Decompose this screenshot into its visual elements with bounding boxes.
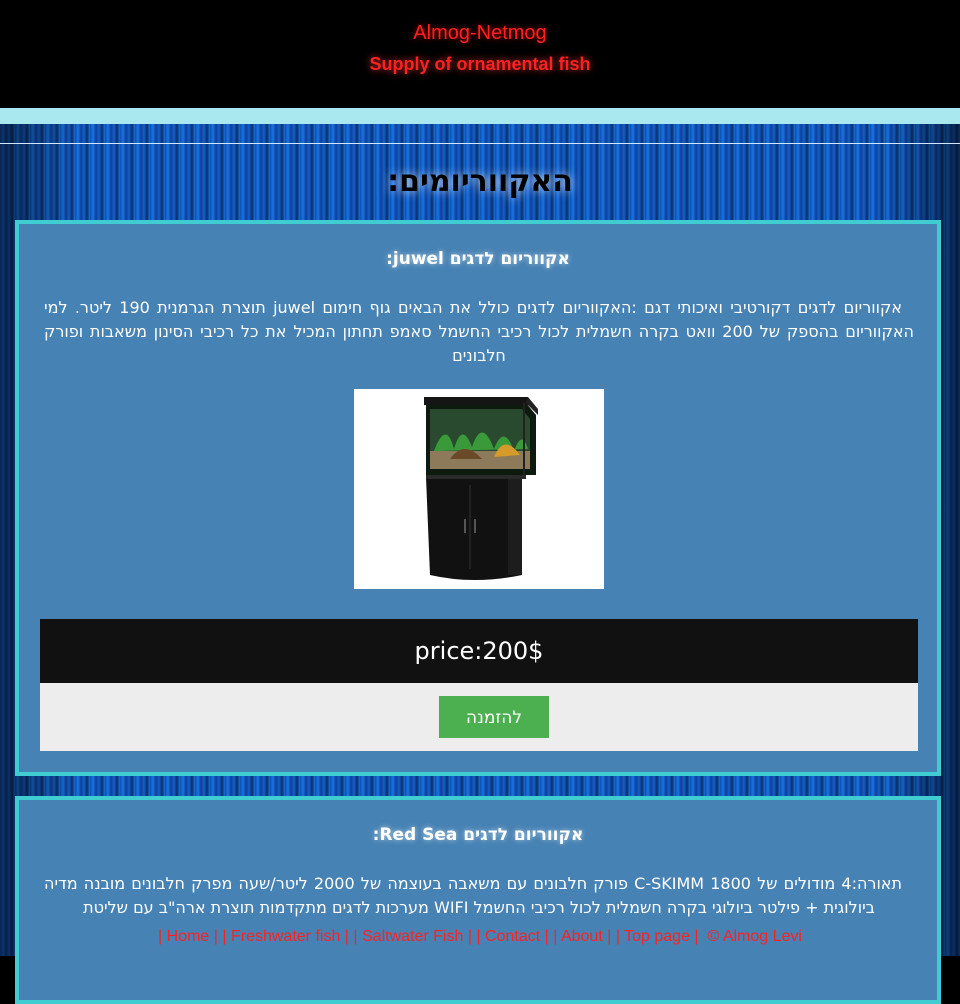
- page-title: האקווריומים:: [387, 164, 573, 199]
- header-band: [0, 108, 960, 124]
- site-title: Almog-Netmog: [413, 22, 547, 44]
- product-card-redsea: אקווריום לדגים Red Sea: תאורה:4 מודולים …: [15, 796, 941, 1004]
- product-description: אקווריום לדגים דקורטיבי ואיכותי דגם :האק…: [44, 298, 914, 365]
- product-card-juwel: אקווריום לדגים juwel: אקווריום לדגים דקו…: [15, 220, 941, 776]
- footer-link-home[interactable]: | Home |: [158, 928, 218, 945]
- product-description: תאורה:4 מודולים של C-SKIMM 1800 פורק חלב…: [44, 874, 903, 917]
- footer-link-about[interactable]: | About |: [553, 928, 611, 945]
- product-title: אקווריום לדגים Red Sea:: [372, 825, 584, 845]
- copyright: © Almog Levi: [707, 928, 802, 945]
- footer-link-contact[interactable]: | Contact |: [476, 928, 548, 945]
- order-area: להזמנה: [40, 683, 918, 751]
- price-label: price:200$: [40, 619, 918, 683]
- site-header: Almog-Netmog Supply of ornamental fish: [0, 0, 960, 108]
- product-title: אקווריום לדגים juwel:: [386, 249, 570, 269]
- footer-link-saltwater[interactable]: | Saltwater Fish |: [353, 928, 472, 945]
- divider-line: [0, 143, 960, 144]
- footer-link-freshwater[interactable]: | Freshwater fish |: [222, 928, 349, 945]
- site-subtitle: Supply of ornamental fish: [369, 54, 591, 74]
- aquarium-illustration: [354, 389, 604, 589]
- order-button[interactable]: להזמנה: [439, 696, 549, 738]
- aquarium-image: [354, 389, 604, 589]
- footer-nav: | Home | | Freshwater fish | | Saltwater…: [0, 928, 960, 948]
- footer-link-top-page[interactable]: | Top page |: [616, 928, 699, 945]
